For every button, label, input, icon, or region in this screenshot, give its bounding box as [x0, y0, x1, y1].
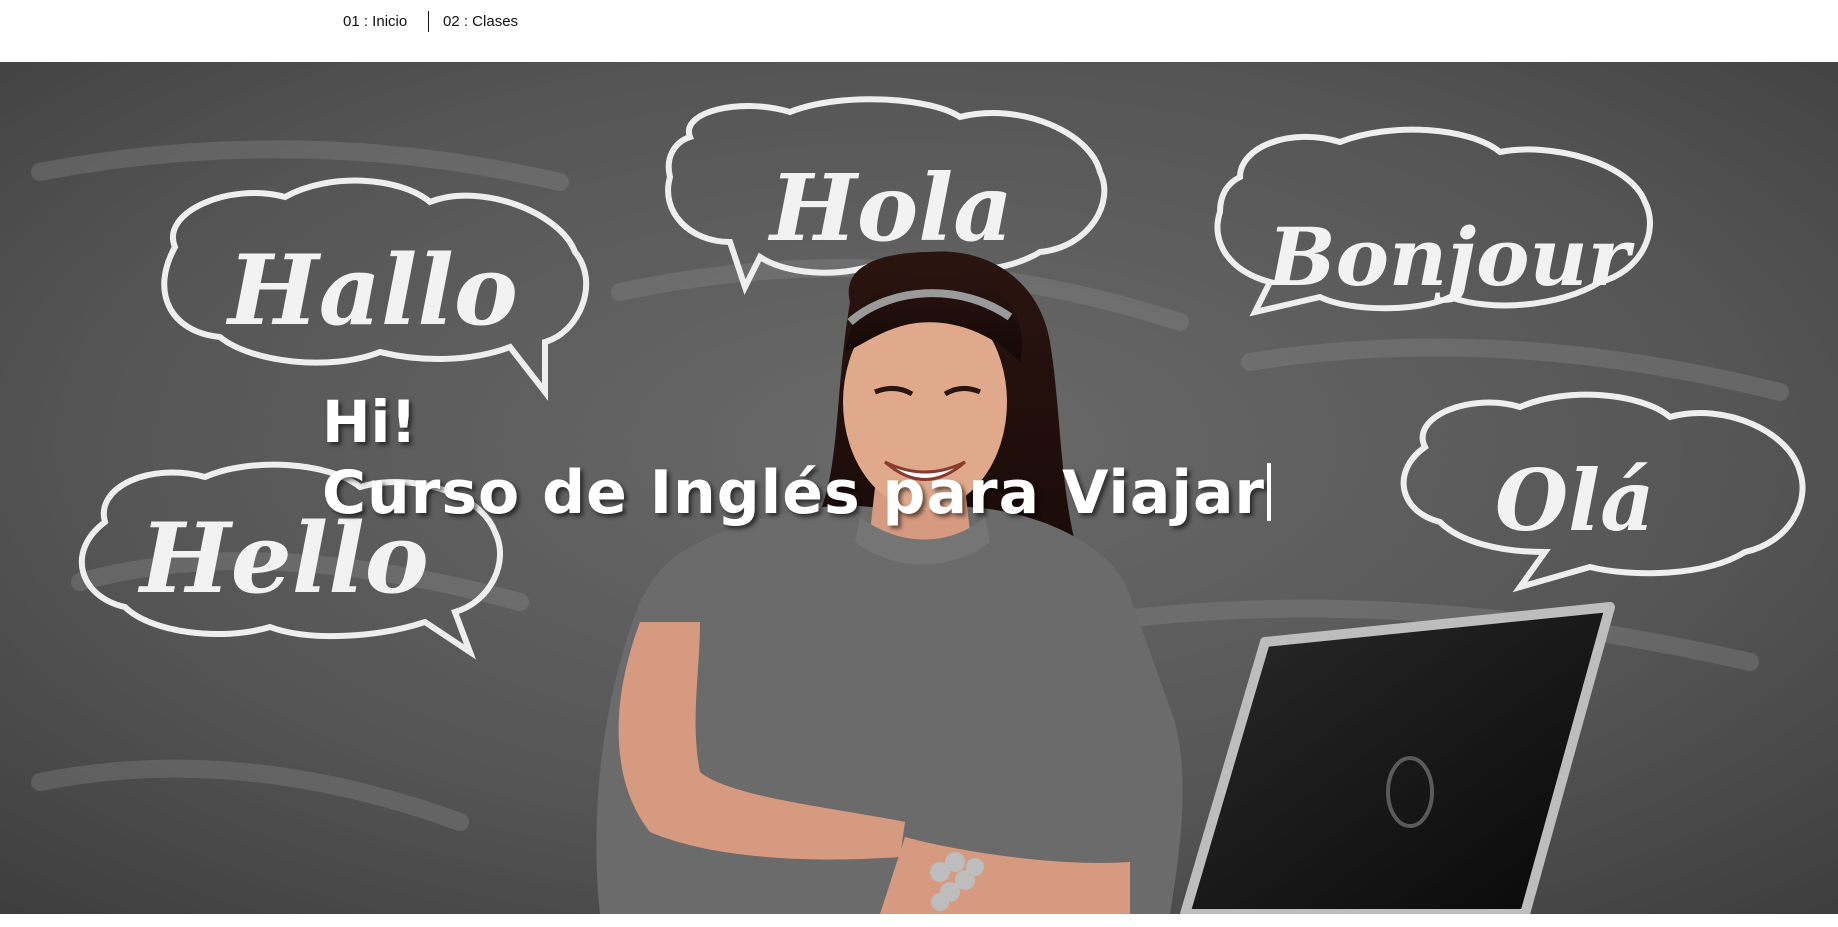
- hero-text: Hi! Curso de Inglés para Viajar: [322, 387, 1272, 529]
- hero-banner: Hallo Hola Bonjour Hello Olá Hi! Curso d…: [0, 62, 1838, 914]
- nav-separator: [428, 11, 429, 32]
- nav-link-clases[interactable]: 02 : Clases: [443, 13, 518, 31]
- hero-greeting: Hi!: [322, 388, 417, 456]
- bubble-bonjour-text: Bonjour: [1266, 210, 1635, 304]
- nav-link-inicio[interactable]: 01 : Inicio: [343, 13, 407, 31]
- bubble-hallo-text: Hallo: [225, 234, 518, 347]
- bubble-hola-text: Hola: [767, 154, 1013, 262]
- hero-title-text: Curso de Inglés para Viajar: [322, 458, 1266, 528]
- typing-caret: [1267, 463, 1272, 521]
- top-navigation: 01 : Inicio 02 : Clases: [0, 0, 1838, 62]
- bubble-ola-text: Olá: [1495, 451, 1655, 550]
- hero-title: Curso de Inglés para Viajar: [322, 457, 1272, 529]
- bottom-strip: [0, 914, 1838, 927]
